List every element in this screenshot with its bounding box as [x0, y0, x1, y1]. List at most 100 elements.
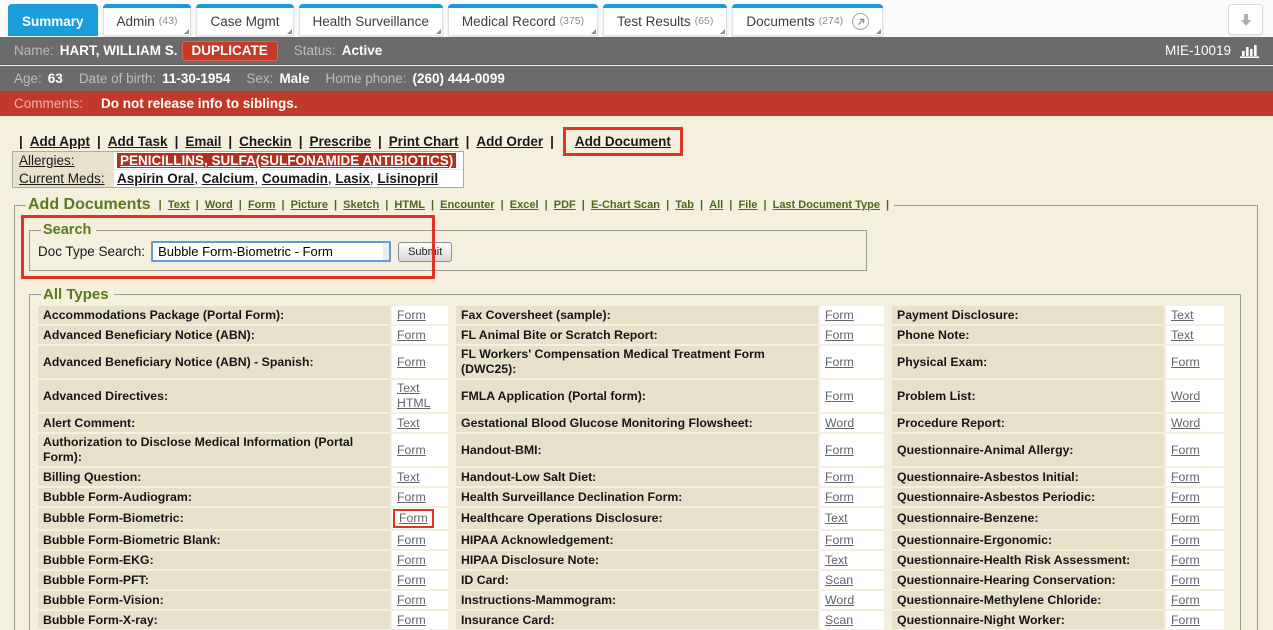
doc-type-link-bubble-form-x-ray-form[interactable]: Form — [397, 613, 426, 628]
doc-type-link-questionnaire-night-worker-form[interactable]: Form — [1171, 613, 1200, 628]
doc-quick-link-tab[interactable]: Tab — [675, 199, 694, 211]
submit-button[interactable]: Submit — [398, 242, 452, 262]
doc-type-link-cell: Form — [392, 531, 448, 549]
doc-type-link-questionnaire-asbestos-initial-form[interactable]: Form — [1171, 470, 1200, 485]
action-link-email[interactable]: Email — [185, 134, 221, 149]
doc-type-link-cell: Form — [392, 571, 448, 589]
doc-type-label: Authorization to Disclose Medical Inform… — [38, 434, 390, 466]
action-separator: | — [299, 134, 303, 149]
doc-type-link-problem-list-word[interactable]: Word — [1171, 389, 1200, 404]
action-link-print-chart[interactable]: Print Chart — [389, 134, 459, 149]
allergies-link[interactable]: Allergies: — [19, 153, 75, 168]
doc-type-search-input[interactable] — [151, 241, 391, 262]
action-link-prescribe[interactable]: Prescribe — [309, 134, 371, 149]
doc-type-link-accommodations-package-portal-form-form[interactable]: Form — [397, 308, 426, 323]
current-meds-link[interactable]: Current Meds: — [19, 171, 105, 186]
doc-type-link-alert-comment-text[interactable]: Text — [397, 416, 420, 431]
med-link-coumadin[interactable]: Coumadin — [262, 171, 328, 186]
doc-type-link-bubble-form-vision-form[interactable]: Form — [397, 593, 426, 608]
doc-quick-link-word[interactable]: Word — [205, 199, 233, 211]
all-types-section: All Types Accommodations Package (Portal… — [29, 286, 1241, 630]
med-link-lasix[interactable]: Lasix — [335, 171, 370, 186]
doc-type-link-insurance-card-scan[interactable]: Scan — [825, 613, 853, 628]
doc-type-link-advanced-beneficiary-notice-abn-spanish-form[interactable]: Form — [397, 355, 426, 370]
allergy-value-link[interactable]: PENICILLINS, SULFA(SULFONAMIDE ANTIBIOTI… — [117, 153, 456, 168]
doc-quick-link-sketch[interactable]: Sketch — [343, 199, 379, 211]
add-documents-title: Add Documents — [28, 196, 151, 214]
tab-case-mgmt[interactable]: Case Mgmt — [196, 4, 293, 36]
popout-icon[interactable] — [852, 13, 869, 30]
doc-type-label: Bubble Form-Biometric: — [38, 508, 390, 529]
doc-type-link-questionnaire-hearing-conservation-form[interactable]: Form — [1171, 573, 1200, 588]
doc-type-link-handout-bmi-form[interactable]: Form — [825, 443, 854, 458]
action-link-add-task[interactable]: Add Task — [108, 134, 168, 149]
tab-summary[interactable]: Summary — [8, 4, 98, 36]
doc-type-link-billing-question-text[interactable]: Text — [397, 470, 420, 485]
doc-type-link-questionnaire-asbestos-periodic-form[interactable]: Form — [1171, 490, 1200, 505]
doc-type-link-questionnaire-animal-allergy-form[interactable]: Form — [1171, 443, 1200, 458]
tab-medical-record[interactable]: Medical Record(375) — [448, 4, 598, 36]
med-link-calcium[interactable]: Calcium — [202, 171, 255, 186]
column-gap — [450, 551, 454, 569]
doc-type-link-phone-note-text[interactable]: Text — [1171, 328, 1194, 343]
action-link-add-order[interactable]: Add Order — [476, 134, 543, 149]
doc-type-link-gestational-blood-glucose-monitoring-flowsheet-word[interactable]: Word — [825, 416, 854, 431]
med-link-lisinopril[interactable]: Lisinopril — [377, 171, 438, 186]
doc-type-link-bubble-form-pft-form[interactable]: Form — [397, 573, 426, 588]
doc-type-link-health-surveillance-declination-form-form[interactable]: Form — [825, 490, 854, 505]
doc-type-link-bubble-form-audiogram-form[interactable]: Form — [397, 490, 426, 505]
doc-quick-link-last-document-type[interactable]: Last Document Type — [773, 199, 880, 211]
doc-type-link-hipaa-disclosure-note-text[interactable]: Text — [825, 553, 848, 568]
doc-type-link-hipaa-acknowledgement-form[interactable]: Form — [825, 533, 854, 548]
doc-type-link-payment-disclosure-text[interactable]: Text — [1171, 308, 1194, 323]
doc-type-label: Questionnaire-Health Risk Assessment: — [892, 551, 1164, 569]
doc-type-link-bubble-form-biometric-form-highlighted[interactable]: Form — [393, 509, 434, 528]
doc-type-link-healthcare-operations-disclosure-text[interactable]: Text — [825, 511, 848, 526]
doc-type-link-fl-workers-compensation-medical-treatment-form-dwc25-form[interactable]: Form — [825, 355, 854, 370]
tab-documents[interactable]: Documents(274) — [732, 4, 883, 36]
doc-quick-link-picture[interactable]: Picture — [291, 199, 328, 211]
action-link-checkin[interactable]: Checkin — [239, 134, 292, 149]
column-gap — [886, 346, 890, 378]
doc-type-link-bubble-form-biometric-blank-form[interactable]: Form — [397, 533, 426, 548]
doc-quick-link-encounter[interactable]: Encounter — [440, 199, 494, 211]
doc-quick-link-all[interactable]: All — [709, 199, 723, 211]
doc-type-link-authorization-to-disclose-medical-information-portal-form-form[interactable]: Form — [397, 443, 426, 458]
tab-health-surveillance[interactable]: Health Surveillance — [299, 4, 443, 36]
action-link-add-appt[interactable]: Add Appt — [30, 134, 90, 149]
doc-type-link-instructions-mammogram-word[interactable]: Word — [825, 593, 854, 608]
doc-quick-link-text[interactable]: Text — [168, 199, 190, 211]
doc-quick-link-form[interactable]: Form — [248, 199, 276, 211]
doc-type-link-physical-exam-form[interactable]: Form — [1171, 355, 1200, 370]
doc-type-link-advanced-beneficiary-notice-abn-form[interactable]: Form — [397, 328, 426, 343]
doc-type-link-id-card-scan[interactable]: Scan — [825, 573, 853, 588]
doc-type-link-questionnaire-ergonomic-form[interactable]: Form — [1171, 533, 1200, 548]
allergies-row: Allergies: PENICILLINS, SULFA(SULFONAMID… — [13, 152, 463, 169]
doc-quick-link-pdf[interactable]: PDF — [554, 199, 576, 211]
doc-quick-link-file[interactable]: File — [738, 199, 757, 211]
med-link-aspirin-oral[interactable]: Aspirin Oral — [117, 171, 194, 186]
doc-type-link-bubble-form-ekg-form[interactable]: Form — [397, 553, 426, 568]
tab-test-results[interactable]: Test Results(65) — [603, 4, 727, 36]
doc-type-link-fmla-application-portal-form-form[interactable]: Form — [825, 389, 854, 404]
column-gap — [886, 571, 890, 589]
doc-quick-link-excel[interactable]: Excel — [510, 199, 539, 211]
doc-type-link-handout-low-salt-diet-form[interactable]: Form — [825, 470, 854, 485]
doc-type-label: Bubble Form-Biometric Blank: — [38, 531, 390, 549]
collapse-header-button[interactable] — [1228, 4, 1263, 35]
doc-type-link-advanced-directives-html[interactable]: HTML — [397, 396, 430, 411]
action-link-add-document[interactable]: Add Document — [575, 134, 671, 149]
doc-quick-link-e-chart-scan[interactable]: E-Chart Scan — [591, 199, 660, 211]
doc-quick-link-html[interactable]: HTML — [394, 199, 425, 211]
tab-admin[interactable]: Admin(43) — [103, 4, 192, 36]
doc-type-link-fl-animal-bite-or-scratch-report-form[interactable]: Form — [825, 328, 854, 343]
patient-name-bar: Name: HART, WILLIAM S. DUPLICATE Status:… — [0, 37, 1273, 65]
doc-type-link-questionnaire-methylene-chloride-form[interactable]: Form — [1171, 593, 1200, 608]
action-separator: | — [97, 134, 101, 149]
doc-type-link-fax-coversheet-sample-form[interactable]: Form — [825, 308, 854, 323]
flowsheet-chart-icon[interactable] — [1240, 43, 1259, 58]
doc-type-link-advanced-directives-text[interactable]: Text — [397, 381, 420, 396]
doc-type-link-questionnaire-health-risk-assessment-form[interactable]: Form — [1171, 553, 1200, 568]
doc-type-link-procedure-report-word[interactable]: Word — [1171, 416, 1200, 431]
doc-type-link-questionnaire-benzene-form[interactable]: Form — [1171, 511, 1200, 526]
